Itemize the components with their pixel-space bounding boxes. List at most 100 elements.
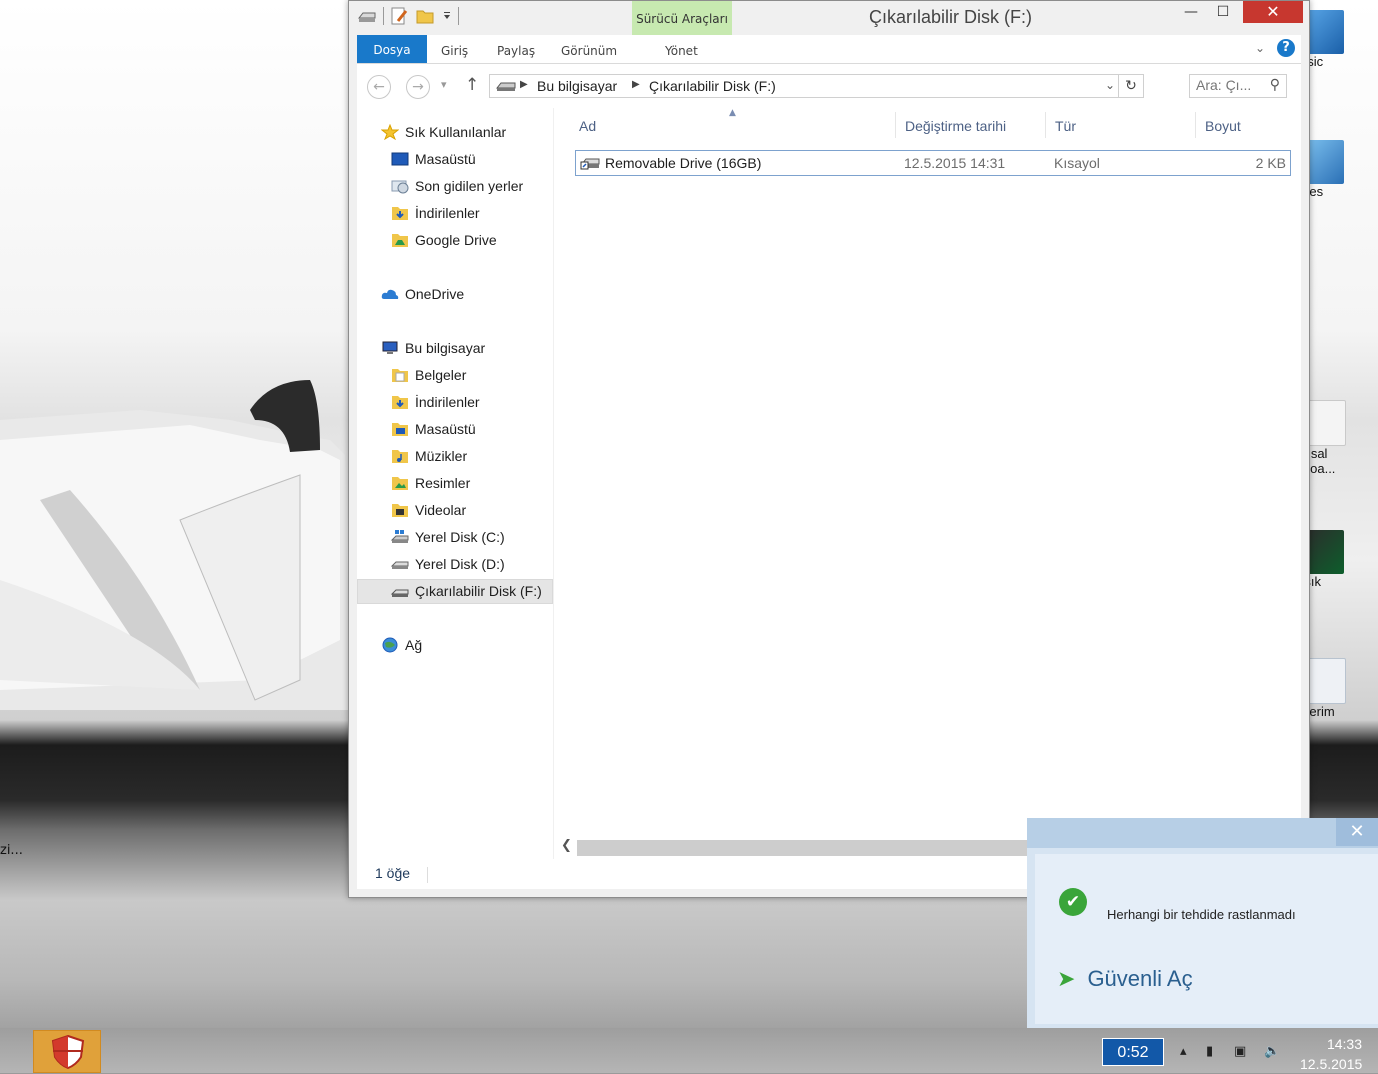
tab-file[interactable]: Dosya — [357, 35, 427, 63]
refresh-icon[interactable]: ↻ — [1118, 75, 1143, 97]
column-header-modified[interactable]: Değiştirme tarihi — [905, 118, 1006, 134]
network-icon — [382, 637, 398, 653]
nav-label: Masaüstü — [415, 151, 476, 167]
nav-label: Çıkarılabilir Disk (F:) — [415, 583, 542, 599]
maximize-button[interactable]: ☐ — [1207, 1, 1239, 23]
clock-date: 12.5.2015 — [1300, 1056, 1363, 1072]
nav-label: OneDrive — [405, 286, 465, 302]
breadcrumb-removable-disk[interactable]: Çıkarılabilir Disk (F:) — [649, 78, 776, 94]
volume-icon[interactable]: 🔈 — [1264, 1044, 1280, 1059]
close-button[interactable]: ✕ — [1243, 1, 1303, 23]
scroll-left-icon[interactable]: ❮ — [561, 838, 572, 853]
column-header-size[interactable]: Boyut — [1205, 118, 1241, 134]
downloads-folder-icon — [392, 207, 408, 220]
nav-desktop-pc[interactable]: Masaüstü — [357, 417, 553, 442]
clock-time: 14:33 — [1326, 1036, 1362, 1052]
popup-close-button[interactable]: ✕ — [1336, 818, 1378, 846]
taskbar: 0:52 ▴ ▮ ▣ 🔈 14:33 12.5.2015 — [0, 1028, 1378, 1073]
expand-ribbon-icon[interactable]: ⌄ — [1255, 41, 1265, 55]
nav-label: Müzikler — [415, 448, 468, 464]
tab-share[interactable]: Paylaş — [497, 35, 535, 63]
forward-button[interactable]: → — [406, 75, 430, 99]
tab-view[interactable]: Görünüm — [561, 35, 617, 63]
column-divider[interactable] — [1045, 112, 1046, 138]
explorer-body: Sık Kullanılanlar Masaüstü Son gidilen y… — [357, 108, 1301, 882]
back-button[interactable]: ← — [367, 75, 391, 99]
item-count: 1 öğe — [375, 865, 411, 881]
nav-label: Resimler — [415, 475, 471, 491]
documents-folder-icon — [392, 369, 408, 382]
help-icon[interactable]: ? — [1277, 39, 1295, 57]
taskbar-antivirus-app[interactable] — [33, 1030, 101, 1073]
nav-this-pc[interactable]: Bu bilgisayar — [357, 336, 553, 361]
nav-downloads[interactable]: İndirilenler — [357, 201, 553, 226]
drive-icon[interactable] — [357, 7, 377, 25]
nav-videos[interactable]: Videolar — [357, 498, 553, 523]
tab-manage[interactable]: Yönet — [665, 35, 698, 63]
nav-recent-places[interactable]: Son gidilen yerler — [357, 174, 553, 199]
file-row[interactable]: Removable Drive (16GB) 12.5.2015 14:31 K… — [575, 150, 1291, 176]
nav-label: Sık Kullanılanlar — [405, 124, 507, 140]
contextual-tab-drive-tools: Sürücü Araçları — [632, 1, 732, 35]
nav-downloads-pc[interactable]: İndirilenler — [357, 390, 553, 415]
breadcrumb-separator-icon[interactable]: ▶ — [632, 79, 640, 90]
new-folder-icon[interactable] — [416, 7, 436, 25]
column-header-type[interactable]: Tür — [1055, 118, 1076, 134]
pictures-folder-icon — [392, 477, 408, 490]
column-header-name[interactable]: Ad — [579, 118, 596, 134]
show-hidden-icons-icon[interactable]: ▴ — [1180, 1044, 1187, 1059]
music-icon — [1304, 10, 1344, 54]
sort-ascending-icon: ▲ — [729, 108, 736, 118]
nav-music[interactable]: Müzikler — [357, 444, 553, 469]
recent-places-icon — [391, 180, 409, 194]
recent-locations-chevron-icon[interactable]: ▾ — [441, 78, 447, 91]
up-button[interactable]: ↑ — [465, 75, 479, 95]
nav-network[interactable]: Ağ — [357, 633, 553, 658]
toolbar-separator — [458, 7, 459, 25]
safe-open-link[interactable]: ➤ Güvenli Aç — [1057, 966, 1193, 992]
nav-google-drive[interactable]: Google Drive — [357, 228, 553, 253]
tab-home[interactable]: Giriş — [441, 35, 468, 63]
nav-documents[interactable]: Belgeler — [357, 363, 553, 388]
file-list: ▲ Ad Değiştirme tarihi Tür Boyut Removab… — [557, 108, 1301, 882]
battery-timer[interactable]: 0:52 — [1102, 1038, 1164, 1066]
onedrive-cloud-icon — [381, 289, 399, 299]
network-status-icon[interactable]: ▣ — [1234, 1044, 1246, 1059]
breadcrumb-separator-icon[interactable]: ▶ — [520, 79, 528, 90]
checkmark-icon: ✔ — [1059, 888, 1087, 916]
nav-local-disk-c[interactable]: Yerel Disk (C:) — [357, 525, 553, 550]
properties-icon[interactable] — [390, 7, 410, 25]
customize-toolbar-icon[interactable] — [442, 7, 452, 25]
breadcrumb-this-pc[interactable]: Bu bilgisayar — [537, 78, 617, 94]
title-bar: Sürücü Araçları Çıkarılabilir Disk (F:) … — [349, 1, 1309, 35]
nav-local-disk-d[interactable]: Yerel Disk (D:) — [357, 552, 553, 577]
search-input[interactable] — [1196, 77, 1260, 93]
minimize-button[interactable]: — — [1175, 1, 1207, 23]
nav-label: Videolar — [415, 502, 467, 518]
downloads-folder-icon — [392, 396, 408, 409]
shield-icon — [51, 1035, 85, 1069]
address-bar[interactable]: ▶ Bu bilgisayar ▶ Çıkarılabilir Disk (F:… — [489, 74, 1144, 98]
nav-onedrive[interactable]: OneDrive — [357, 282, 553, 307]
desktop-icon-label-left[interactable]: zi... — [0, 843, 23, 858]
file-modified: 12.5.2015 14:31 — [904, 155, 1006, 171]
column-divider[interactable] — [895, 112, 896, 138]
file-size: 2 KB — [1255, 155, 1286, 171]
nav-pictures[interactable]: Resimler — [357, 471, 553, 496]
search-box[interactable]: ⚲ — [1189, 74, 1287, 98]
nav-desktop[interactable]: Masaüstü — [357, 147, 553, 172]
search-icon: ⚲ — [1269, 77, 1280, 93]
navigation-bar: ← → ▾ ↑ ▶ Bu bilgisayar ▶ Çıkarılabilir … — [357, 64, 1301, 108]
address-dropdown-icon[interactable]: ⌄ — [1105, 78, 1115, 92]
scan-result-message: Herhangi bir tehdide rastlanmadı — [1107, 907, 1296, 922]
column-divider[interactable] — [1195, 112, 1196, 138]
status-divider — [427, 867, 428, 883]
nav-favorites[interactable]: Sık Kullanılanlar — [357, 120, 553, 145]
nav-label: Yerel Disk (D:) — [415, 556, 505, 572]
clock[interactable]: 14:33 12.5.2015 — [1300, 1034, 1362, 1074]
nav-label: İndirilenler — [415, 394, 480, 410]
power-icon[interactable]: ▮ — [1206, 1044, 1213, 1059]
google-drive-folder-icon — [392, 234, 408, 247]
nav-label: Masaüstü — [415, 421, 476, 437]
nav-removable-disk-f[interactable]: Çıkarılabilir Disk (F:) — [357, 579, 553, 604]
